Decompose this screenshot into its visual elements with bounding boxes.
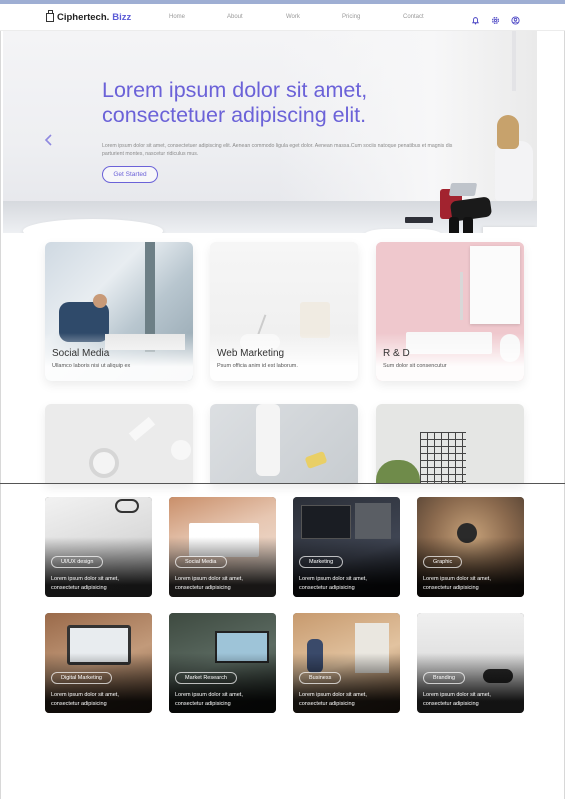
- service-card-product[interactable]: [210, 404, 358, 484]
- nav-link-contact[interactable]: Contact: [403, 14, 424, 20]
- carousel-prev-icon[interactable]: [44, 134, 53, 146]
- portfolio-tag[interactable]: UI/UX design: [51, 556, 104, 568]
- user-circle-icon[interactable]: [511, 12, 520, 25]
- hero-title: Lorem ipsum dolor sit amet, consectetuer…: [102, 78, 367, 128]
- hero-person-hair: [497, 115, 519, 149]
- portfolio-caption: Lorem ipsum dolor sit amet, consectetur …: [175, 692, 243, 707]
- hero-title-line-2: consectetuer adipiscing elit.: [102, 103, 367, 127]
- building-icon: [46, 10, 54, 22]
- hero-table-right: [363, 229, 443, 233]
- hero-boot: [463, 217, 473, 233]
- service-title: Social Media: [52, 348, 110, 359]
- person-head-shape: [93, 294, 107, 308]
- service-subtitle: Psum officia anim id est laborum.: [217, 363, 298, 369]
- nav-link-about[interactable]: About: [227, 14, 243, 20]
- portfolio-tag[interactable]: Branding: [423, 672, 466, 684]
- hero-seat: [483, 227, 537, 233]
- hero-description: Lorem ipsum dolor sit amet, consectetuer…: [102, 143, 453, 157]
- portfolio-caption: Lorem ipsum dolor sit amet, consectetur …: [423, 692, 491, 707]
- hero-person: [495, 141, 533, 201]
- brand-logo[interactable]: Ciphertech. Bizz: [46, 10, 132, 23]
- portfolio-card[interactable]: UI/UX design Lorem ipsum dolor sit amet,…: [45, 497, 152, 597]
- service-card-rd[interactable]: R & D Sum dolor sit consencutur: [376, 242, 524, 381]
- plant-shape: [376, 460, 420, 484]
- bottle-shape: [256, 404, 280, 476]
- nav-link-pricing[interactable]: Pricing: [342, 14, 360, 20]
- hero-boot: [449, 217, 459, 233]
- monitor-shape: [355, 503, 391, 539]
- nav-link-home[interactable]: Home: [169, 14, 185, 20]
- gear-icon[interactable]: [491, 12, 500, 25]
- service-subtitle: Sum dolor sit consencutur: [383, 363, 447, 369]
- portfolio-card[interactable]: Graphic Lorem ipsum dolor sit amet, cons…: [417, 497, 524, 597]
- brand-name: Ciphertech.: [57, 12, 110, 23]
- watch-shape: [89, 448, 119, 478]
- get-started-button[interactable]: Get Started: [102, 166, 158, 183]
- portfolio-card[interactable]: Digital Marketing Lorem ipsum dolor sit …: [45, 613, 152, 713]
- glasses-shape: [115, 499, 139, 513]
- portfolio-caption: Lorem ipsum dolor sit amet, consectetur …: [51, 576, 119, 591]
- portfolio-caption: Lorem ipsum dolor sit amet, consectetur …: [51, 692, 119, 707]
- portfolio-caption: Lorem ipsum dolor sit amet, consectetur …: [299, 576, 367, 591]
- top-navbar: Ciphertech. Bizz Home About Work Pricing…: [0, 4, 565, 31]
- object-shape: [171, 440, 191, 460]
- portfolio-tag[interactable]: Marketing: [299, 556, 344, 568]
- portfolio-caption: Lorem ipsum dolor sit amet, consectetur …: [423, 576, 491, 591]
- section-divider: [0, 483, 565, 484]
- portfolio-card[interactable]: Marketing Lorem ipsum dolor sit amet, co…: [293, 497, 400, 597]
- bell-icon[interactable]: [471, 12, 480, 25]
- portfolio-tag[interactable]: Graphic: [423, 556, 463, 568]
- portfolio-card[interactable]: Social Media Lorem ipsum dolor sit amet,…: [169, 497, 276, 597]
- portfolio-caption: Lorem ipsum dolor sit amet, consectetur …: [299, 692, 367, 707]
- pen-shape: [460, 272, 463, 320]
- portfolio-card[interactable]: Branding Lorem ipsum dolor sit amet, con…: [417, 613, 524, 713]
- hero-pole: [512, 31, 516, 91]
- service-title: Web Marketing: [217, 348, 285, 359]
- portfolio-tag[interactable]: Social Media: [175, 556, 227, 568]
- portfolio-card[interactable]: Business Lorem ipsum dolor sit amet, con…: [293, 613, 400, 713]
- hero-book: [405, 217, 433, 223]
- portfolio-caption: Lorem ipsum dolor sit amet, consectetur …: [175, 576, 243, 591]
- portfolio-tag[interactable]: Business: [299, 672, 342, 684]
- portfolio-tag[interactable]: Market Research: [175, 672, 237, 684]
- brand-accent: Bizz: [112, 12, 132, 23]
- hero-title-line-1: Lorem ipsum dolor sit amet,: [102, 78, 368, 102]
- object-shape: [304, 450, 328, 470]
- service-card-social-media[interactable]: Social Media Ullamco laboris nisi ut ali…: [45, 242, 193, 381]
- service-card-web-marketing[interactable]: Web Marketing Psum officia anim id est l…: [210, 242, 358, 381]
- service-card-watch[interactable]: [45, 404, 193, 484]
- service-subtitle: Ullamco laboris nisi ut aliquip ex: [52, 363, 131, 369]
- service-card-grid-decor[interactable]: [376, 404, 524, 484]
- hero-laptop: [448, 183, 478, 196]
- notebook-shape: [470, 246, 520, 324]
- watch-strap-shape: [128, 416, 156, 442]
- nav-link-work[interactable]: Work: [286, 14, 300, 20]
- wire-grid-shape: [420, 432, 466, 484]
- monitor-shape: [301, 505, 351, 539]
- hero-banner: [3, 31, 537, 233]
- service-title: R & D: [383, 348, 410, 359]
- portfolio-tag[interactable]: Digital Marketing: [51, 672, 112, 684]
- portfolio-card[interactable]: Market Research Lorem ipsum dolor sit am…: [169, 613, 276, 713]
